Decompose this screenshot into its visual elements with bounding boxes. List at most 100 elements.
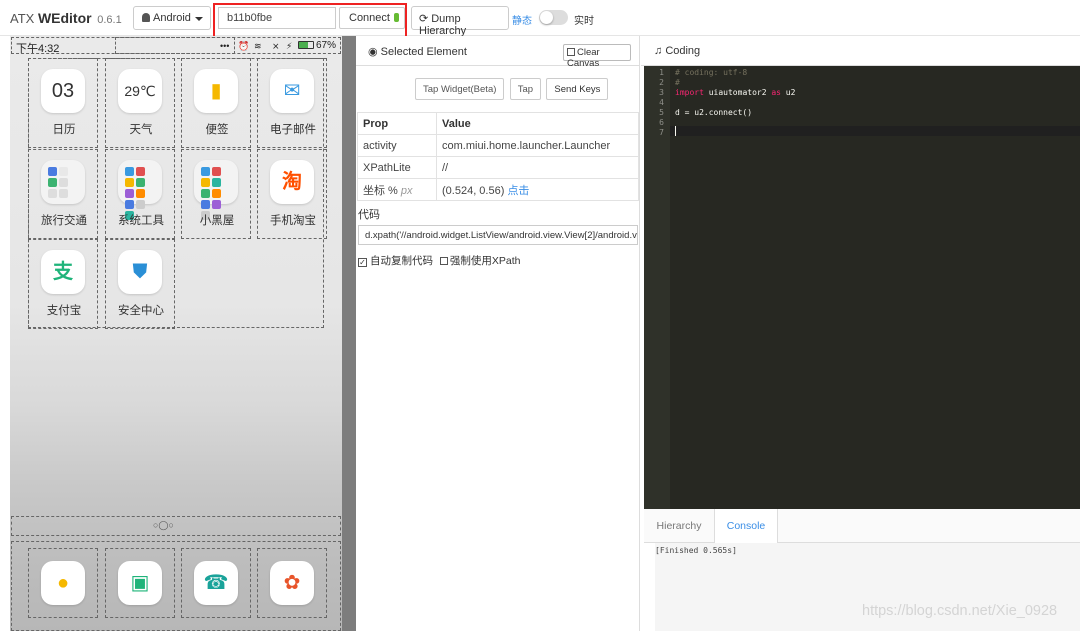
mail-icon: ✉	[270, 69, 314, 113]
code-token: uiautomator2	[703, 88, 772, 97]
app-label: 日历	[52, 124, 76, 136]
panel-title: ◉ Selected Element	[368, 45, 467, 58]
device-screen[interactable]: 下午4:32 ••• ⏰ ≋ ⨯ ⚡ 67% 03 日历 29℃ 天气 ▮ 便签…	[10, 36, 342, 631]
coding-panel: ♫ Coding 1 2 3 4 5 6 7 # coding: utf-8 #…	[641, 36, 1080, 631]
app-label: 系统工具	[118, 215, 164, 227]
line-number: 1	[659, 68, 664, 77]
brand-prefix: ATX	[10, 11, 38, 26]
weather-icon: 29℃	[118, 69, 162, 113]
message-icon: ●	[41, 561, 85, 605]
console-text: [Finished 0.565s]	[655, 546, 737, 555]
line-number: 7	[659, 128, 664, 137]
line-number: 2	[659, 78, 664, 87]
dock-contacts[interactable]: ▣	[105, 548, 175, 618]
column-header-value: Value	[436, 112, 639, 135]
value-cell[interactable]: com.miui.home.launcher.Launcher	[436, 134, 639, 157]
phone-scrollbar[interactable]	[342, 36, 356, 631]
clear-canvas-button[interactable]: Clear Canvas	[563, 44, 631, 69]
line-number: 5	[659, 108, 664, 117]
dock-uc-browser[interactable]: ✿	[257, 548, 327, 618]
force-xpath-label: 强制使用XPath	[449, 255, 521, 267]
prop-cell: activity	[357, 134, 437, 157]
panel-title-text: Selected Element	[380, 46, 467, 58]
code-input[interactable]: d.xpath('//android.widget.ListView/andro…	[358, 225, 638, 245]
force-xpath-checkbox[interactable]	[439, 257, 448, 265]
app-notes[interactable]: ▮ 便签	[181, 58, 251, 148]
app-security-center[interactable]: ⛊ 安全中心	[105, 239, 175, 329]
tab-console[interactable]: Console	[714, 509, 778, 544]
code-line: #	[675, 78, 680, 87]
code-editor[interactable]: 1 2 3 4 5 6 7 # coding: utf-8 # import u…	[644, 66, 1080, 540]
app-alipay[interactable]: 支 支付宝	[28, 239, 98, 329]
taobao-glyph: 淘	[282, 171, 302, 193]
keyword: import	[675, 88, 704, 97]
line-number: 3	[659, 88, 664, 97]
dump-hierarchy-button[interactable]: ⟳ Dump Hierarchy	[411, 6, 509, 37]
android-icon	[142, 13, 150, 22]
value-cell[interactable]: //	[436, 156, 639, 179]
static-mode-label[interactable]: 静态	[512, 12, 532, 27]
bottom-tabs: Hierarchy Console	[644, 509, 1080, 544]
watermark: https://blog.csdn.net/Xie_0928	[862, 603, 1058, 619]
app-calendar[interactable]: 03 日历	[28, 58, 98, 148]
phone-left-margin	[0, 36, 10, 631]
app-weather[interactable]: 29℃ 天气	[105, 58, 175, 148]
dock-phone[interactable]: ☎	[181, 548, 251, 618]
coding-title-text: Coding	[665, 45, 701, 57]
platform-select[interactable]: Android	[133, 6, 211, 30]
panel-header: ◉ Selected Element Clear Canvas	[356, 36, 640, 69]
top-toolbar: ATX WEditor 0.6.1 Android b11b0fbe Conne…	[0, 0, 1080, 41]
folder-travel[interactable]: 旅行交通	[28, 149, 98, 239]
app-label: 小黑屋	[199, 215, 235, 227]
tab-hierarchy[interactable]: Hierarchy	[644, 509, 714, 543]
dock-messages[interactable]: ●	[28, 548, 98, 618]
code-line: # coding: utf-8	[675, 68, 748, 77]
app-label: 天气	[129, 124, 153, 136]
tap-widget-button[interactable]: Tap Widget(Beta)	[415, 78, 505, 100]
unit-toggle[interactable]: px	[401, 185, 413, 197]
app-label: 支付宝	[46, 305, 82, 317]
app-email[interactable]: ✉ 电子邮件	[257, 58, 327, 148]
table-header-row: Prop Value	[357, 112, 639, 135]
live-mode-label[interactable]: 实时	[574, 12, 594, 27]
app-taobao[interactable]: 淘 手机淘宝	[257, 149, 327, 239]
selected-element-panel: ◉ Selected Element Clear Canvas Tap Widg…	[356, 36, 640, 631]
folder-dark-room[interactable]: 小黑屋	[181, 149, 251, 239]
table-row: 坐标 % px (0.524, 0.56) 点击	[357, 178, 639, 201]
auto-copy-label: 自动复制代码	[370, 255, 433, 267]
page-indicator: ○◯○	[153, 520, 174, 530]
click-link[interactable]: 点击	[507, 185, 529, 197]
tap-button[interactable]: Tap	[509, 78, 542, 100]
value-cell: (0.524, 0.56) 点击	[436, 178, 639, 201]
app-brand: ATX WEditor 0.6.1	[10, 10, 122, 26]
app-label: 手机淘宝	[270, 215, 316, 227]
music-note-icon: ♫	[654, 45, 663, 57]
folder-system-tools[interactable]: 系统工具	[105, 149, 175, 239]
toggle-knob	[540, 11, 553, 24]
folder-icon	[118, 160, 162, 220]
node-outline	[11, 516, 341, 536]
app-version: 0.6.1	[97, 14, 122, 26]
table-row: activity com.miui.home.launcher.Launcher	[357, 134, 639, 157]
folder-icon	[194, 160, 238, 220]
app-label: 安全中心	[118, 305, 164, 317]
brand-name: WEditor	[37, 10, 92, 26]
coding-title: ♫ Coding	[654, 45, 700, 57]
auto-copy-checkbox[interactable]: ✓	[358, 258, 367, 267]
send-keys-button[interactable]: Send Keys	[546, 78, 609, 100]
column-header-prop: Prop	[357, 112, 437, 135]
table-row: XPathLite //	[357, 156, 639, 179]
calendar-date: 03	[51, 80, 75, 102]
phone-icon: ☎	[194, 561, 238, 605]
code-options: ✓ 自动复制代码 强制使用XPath	[358, 253, 521, 268]
checkbox-icon	[567, 48, 575, 56]
code-token: u2	[780, 88, 796, 97]
line-gutter: 1 2 3 4 5 6 7	[644, 66, 670, 540]
line-number: 4	[659, 98, 664, 107]
refresh-icon: ⟳	[419, 13, 429, 25]
live-mode-toggle[interactable]	[539, 10, 568, 25]
code-line: import uiautomator2 as u2	[675, 88, 795, 97]
app-label: 旅行交通	[41, 215, 87, 227]
app-label: 便签	[205, 124, 229, 136]
taobao-icon: 淘	[270, 160, 314, 204]
